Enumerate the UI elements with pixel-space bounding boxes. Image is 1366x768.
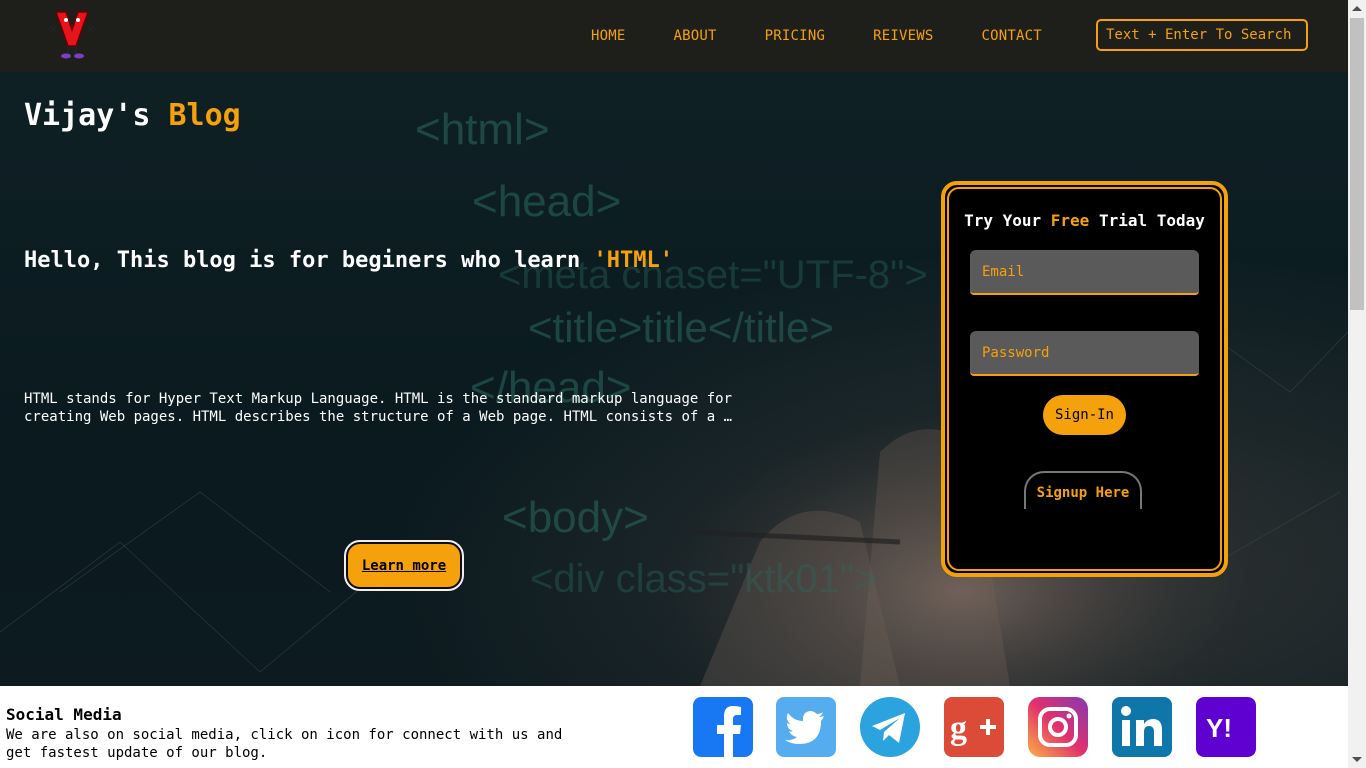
svg-text:Y!: Y!: [1206, 713, 1232, 743]
code-line-div: <div class="ktk01">: [530, 557, 877, 601]
email-field[interactable]: [970, 250, 1199, 295]
password-field[interactable]: [970, 331, 1199, 376]
google-plus-icon[interactable]: g: [944, 697, 1004, 757]
telegram-icon[interactable]: [860, 697, 920, 757]
tagline-accent: 'HTML': [593, 248, 674, 273]
hero-tagline: Hello, This blog is for beginers who lea…: [24, 248, 673, 273]
scroll-thumb[interactable]: [1350, 18, 1364, 310]
twitter-icon[interactable]: [776, 697, 836, 757]
yahoo-icon[interactable]: Y!: [1196, 697, 1256, 757]
sign-in-button[interactable]: Sign-In: [1043, 395, 1126, 435]
social-media-footer: Social Media We are also on social media…: [0, 686, 1348, 768]
hero-intro-text: HTML stands for Hyper Text Markup Langua…: [24, 391, 733, 425]
top-navbar: HOME ABOUT PRICING REIVEWS CONTACT: [0, 0, 1348, 72]
learn-more-button[interactable]: Learn more: [344, 540, 464, 591]
trial-title: Try Your Free Trial Today: [945, 211, 1224, 230]
free-trial-form: Try Your Free Trial Today Sign-In Signup…: [941, 181, 1228, 577]
search-input[interactable]: [1096, 19, 1308, 51]
social-title: Social Media: [6, 705, 122, 724]
site-title: Vijay's Blog: [24, 98, 241, 133]
trial-title-prefix: Try Your: [964, 211, 1042, 230]
code-line-head: <head>: [472, 177, 621, 226]
facebook-icon[interactable]: [693, 697, 753, 757]
page-scrollbar[interactable]: [1348, 0, 1366, 768]
instagram-icon[interactable]: [1028, 697, 1088, 757]
nav-reviews-link[interactable]: REIVEWS: [873, 28, 933, 44]
scroll-down-arrow-icon[interactable]: [1352, 757, 1362, 762]
code-line-html: <html>: [415, 105, 550, 154]
title-prefix: Vijay's: [24, 98, 151, 133]
nav-home-link[interactable]: HOME: [591, 28, 626, 44]
tagline-prefix: Hello, This blog is for beginers who lea…: [24, 248, 581, 273]
code-line-title: <title>title</title>: [528, 304, 834, 351]
trial-title-accent: Free: [1050, 211, 1090, 230]
svg-text:g: g: [950, 710, 967, 747]
hero-section: <html> <head> <meta chaset="UTF-8"> <tit…: [0, 72, 1348, 686]
linkedin-icon[interactable]: [1112, 697, 1172, 757]
nav-contact-link[interactable]: CONTACT: [981, 28, 1041, 44]
code-line-body: <body>: [502, 493, 649, 542]
social-description: We are also on social media, click on ic…: [6, 727, 563, 761]
scroll-up-arrow-icon[interactable]: [1352, 6, 1362, 11]
trial-form-border: [947, 187, 1222, 571]
signup-button[interactable]: Signup Here: [1024, 471, 1142, 509]
nav-pricing-link[interactable]: PRICING: [765, 28, 825, 44]
title-accent: Blog: [168, 98, 241, 133]
nav-links: HOME ABOUT PRICING REIVEWS CONTACT: [567, 0, 1066, 72]
trial-title-suffix: Trial Today: [1098, 211, 1205, 230]
nav-about-link[interactable]: ABOUT: [674, 28, 717, 44]
site-logo[interactable]: [46, 6, 98, 60]
